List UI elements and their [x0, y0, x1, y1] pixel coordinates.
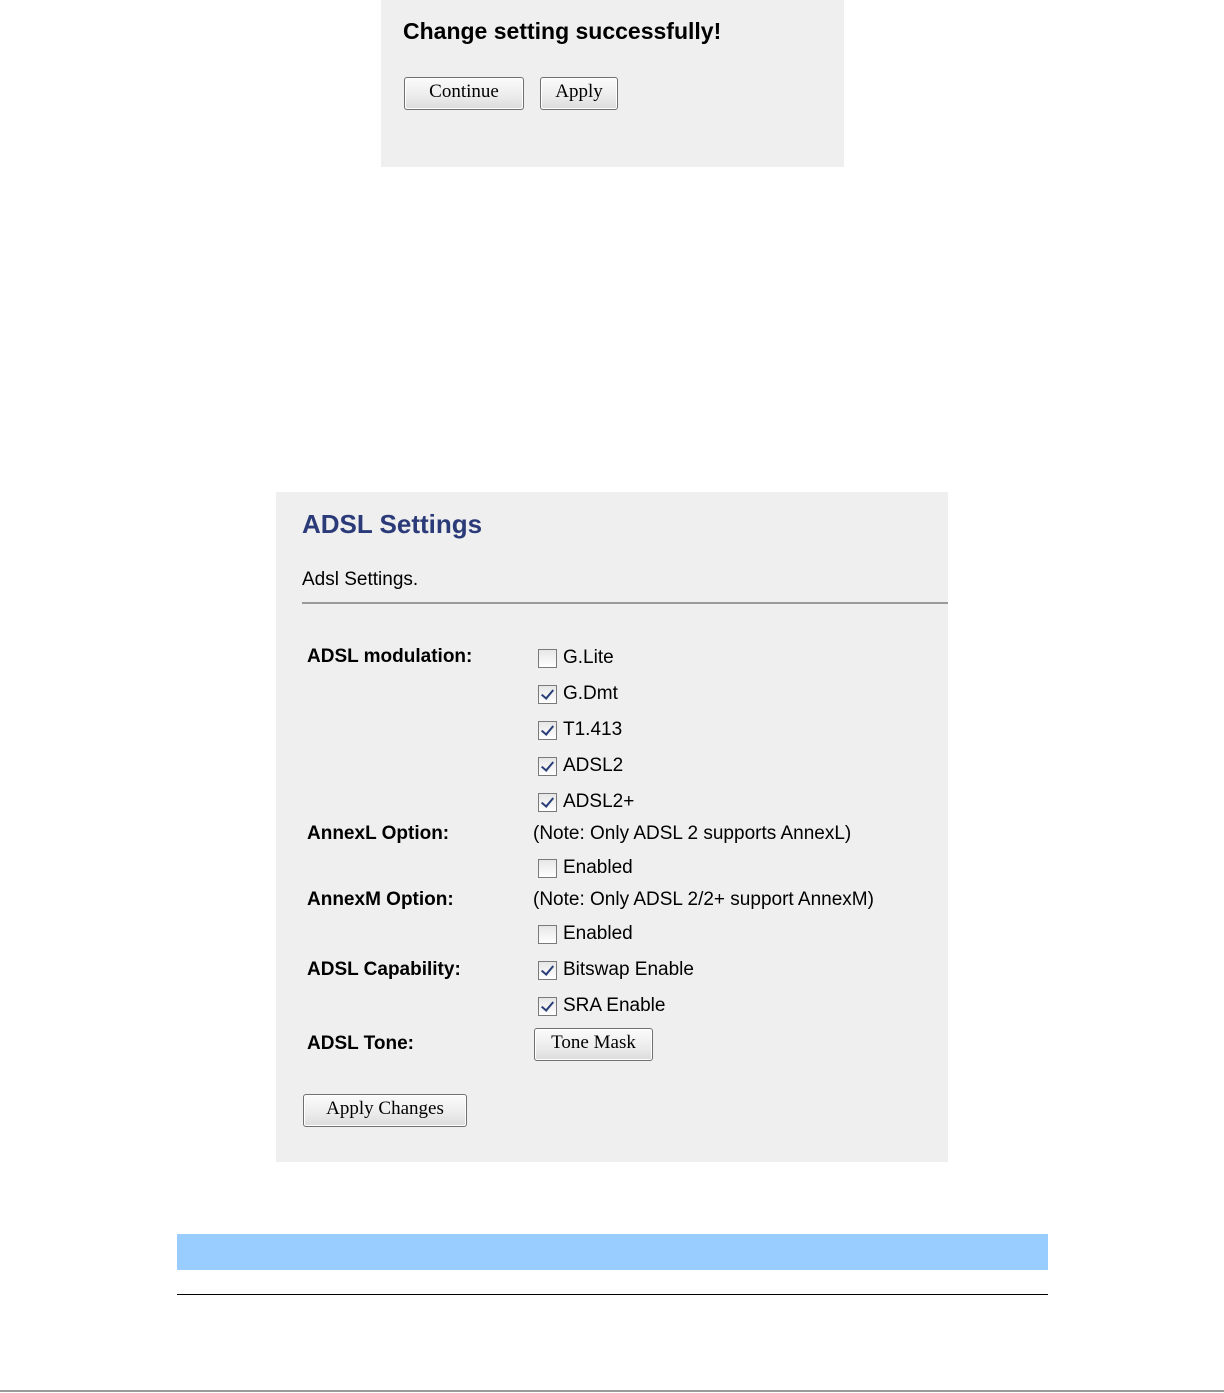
checkbox-t1413-box[interactable]: [538, 720, 557, 740]
checkbox-annexl-enabled-box[interactable]: [538, 858, 557, 878]
adsl-settings-panel: ADSL Settings Adsl Settings. ADSL modula…: [276, 492, 948, 1162]
checkbox-glite-box[interactable]: [538, 648, 557, 668]
checkbox-adsl2plus-box[interactable]: [538, 792, 557, 812]
tone-label: ADSL Tone:: [307, 1033, 414, 1054]
checkbox-annexm-enabled-label: Enabled: [563, 923, 633, 944]
checkbox-annexl-enabled-label: Enabled: [563, 857, 633, 878]
checkbox-glite[interactable]: G.Lite: [538, 646, 614, 670]
page-title: ADSL Settings: [302, 509, 483, 539]
apply-button[interactable]: Apply: [540, 77, 618, 110]
tone-mask-button[interactable]: Tone Mask: [534, 1028, 653, 1061]
checkbox-sra-label: SRA Enable: [563, 995, 666, 1016]
checkbox-annexl-enabled[interactable]: Enabled: [538, 856, 633, 880]
checkbox-glite-label: G.Lite: [563, 647, 614, 668]
annexl-note: (Note: Only ADSL 2 supports AnnexL): [533, 823, 852, 844]
capability-label: ADSL Capability:: [307, 959, 461, 980]
annexm-label: AnnexM Option:: [307, 889, 454, 910]
page-bottom-edge: [0, 1390, 1224, 1392]
checkbox-bitswap[interactable]: Bitswap Enable: [538, 958, 694, 982]
checkbox-t1413[interactable]: T1.413: [538, 718, 622, 742]
divider: [302, 602, 948, 604]
annexm-note: (Note: Only ADSL 2/2+ support AnnexM): [533, 889, 874, 910]
modulation-label: ADSL modulation:: [307, 646, 473, 667]
checkbox-adsl2plus-label: ADSL2+: [563, 791, 635, 812]
page-subtitle: Adsl Settings.: [302, 569, 419, 590]
checkbox-adsl2-label: ADSL2: [563, 755, 624, 776]
checkbox-gdmt-label: G.Dmt: [563, 683, 618, 704]
checkbox-adsl2plus[interactable]: ADSL2+: [538, 790, 634, 814]
annexl-label: AnnexL Option:: [307, 823, 450, 844]
checkbox-t1413-label: T1.413: [563, 719, 623, 740]
checkbox-gdmt-box[interactable]: [538, 684, 557, 704]
checkbox-sra[interactable]: SRA Enable: [538, 994, 665, 1018]
checkbox-adsl2-box[interactable]: [538, 756, 557, 776]
checkbox-annexm-enabled-box[interactable]: [538, 924, 557, 944]
success-message: Change setting successfully!: [403, 18, 722, 44]
checkbox-annexm-enabled[interactable]: Enabled: [538, 922, 633, 946]
bottom-rule: [177, 1294, 1048, 1295]
checkbox-bitswap-label: Bitswap Enable: [563, 959, 694, 980]
blue-header-bar: [177, 1234, 1048, 1270]
checkbox-bitswap-box[interactable]: [538, 960, 557, 980]
checkbox-gdmt[interactable]: G.Dmt: [538, 682, 618, 706]
checkbox-sra-box[interactable]: [538, 996, 557, 1016]
continue-button[interactable]: Continue: [404, 77, 524, 110]
apply-changes-button[interactable]: Apply Changes: [303, 1094, 467, 1127]
success-dialog: Change setting successfully! Continue Ap…: [381, 0, 844, 167]
checkbox-adsl2[interactable]: ADSL2: [538, 754, 623, 778]
